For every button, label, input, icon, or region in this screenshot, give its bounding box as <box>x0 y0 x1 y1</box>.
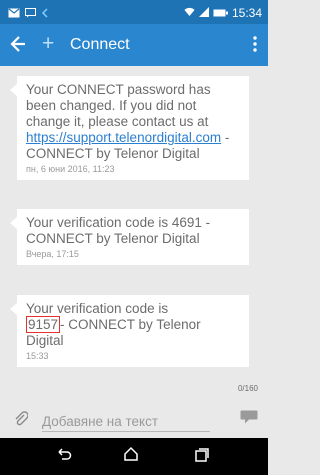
app-bar: + Connect <box>0 24 268 66</box>
input-underline <box>42 431 210 432</box>
message-bubble[interactable]: Your verification code is 4691 - CONNECT… <box>10 209 249 265</box>
conversation-title: Connect <box>70 36 130 53</box>
back-arrow-notification-icon <box>41 5 49 23</box>
message-text: Your verification code is 9157- CONNECT … <box>26 301 201 348</box>
message-timestamp: 15:33 <box>26 351 49 361</box>
system-status: 15:34 <box>184 4 262 22</box>
message-input[interactable] <box>42 412 210 430</box>
status-bar: 15:34 <box>0 0 268 24</box>
clock: 15:34 <box>231 6 262 20</box>
nav-back-icon[interactable] <box>56 447 72 468</box>
battery-icon <box>213 4 228 22</box>
navigation-bar <box>0 438 268 475</box>
message-bubble[interactable]: Your CONNECT password has been changed. … <box>10 76 249 180</box>
message-timestamp: Вчера, 17:15 <box>26 249 79 259</box>
notification-icons <box>8 5 49 23</box>
nav-recent-apps-icon[interactable] <box>194 447 210 468</box>
character-counter: 0/160 <box>237 384 258 393</box>
more-options-icon[interactable] <box>253 36 257 57</box>
wifi-icon <box>184 4 195 22</box>
nav-home-icon[interactable] <box>123 446 139 467</box>
support-link[interactable]: https://support.telenordigital.com <box>26 130 221 145</box>
mail-icon <box>8 5 20 23</box>
send-icon[interactable] <box>240 410 258 429</box>
message-bubble[interactable]: Your verification code is 9157- CONNECT … <box>10 295 249 367</box>
message-text: Your CONNECT password has been changed. … <box>26 82 230 161</box>
paperclip-icon[interactable] <box>14 411 29 432</box>
message-icon <box>25 5 36 23</box>
add-contact-icon[interactable]: + <box>42 33 54 54</box>
signal-icon <box>198 4 209 22</box>
back-arrow-icon[interactable] <box>10 35 26 58</box>
message-timestamp: пн, 6 юни 2016, 11:23 <box>26 164 115 174</box>
message-text: Your verification code is 4691 - CONNECT… <box>26 215 211 246</box>
verification-code-highlight: 9157 <box>26 316 61 333</box>
